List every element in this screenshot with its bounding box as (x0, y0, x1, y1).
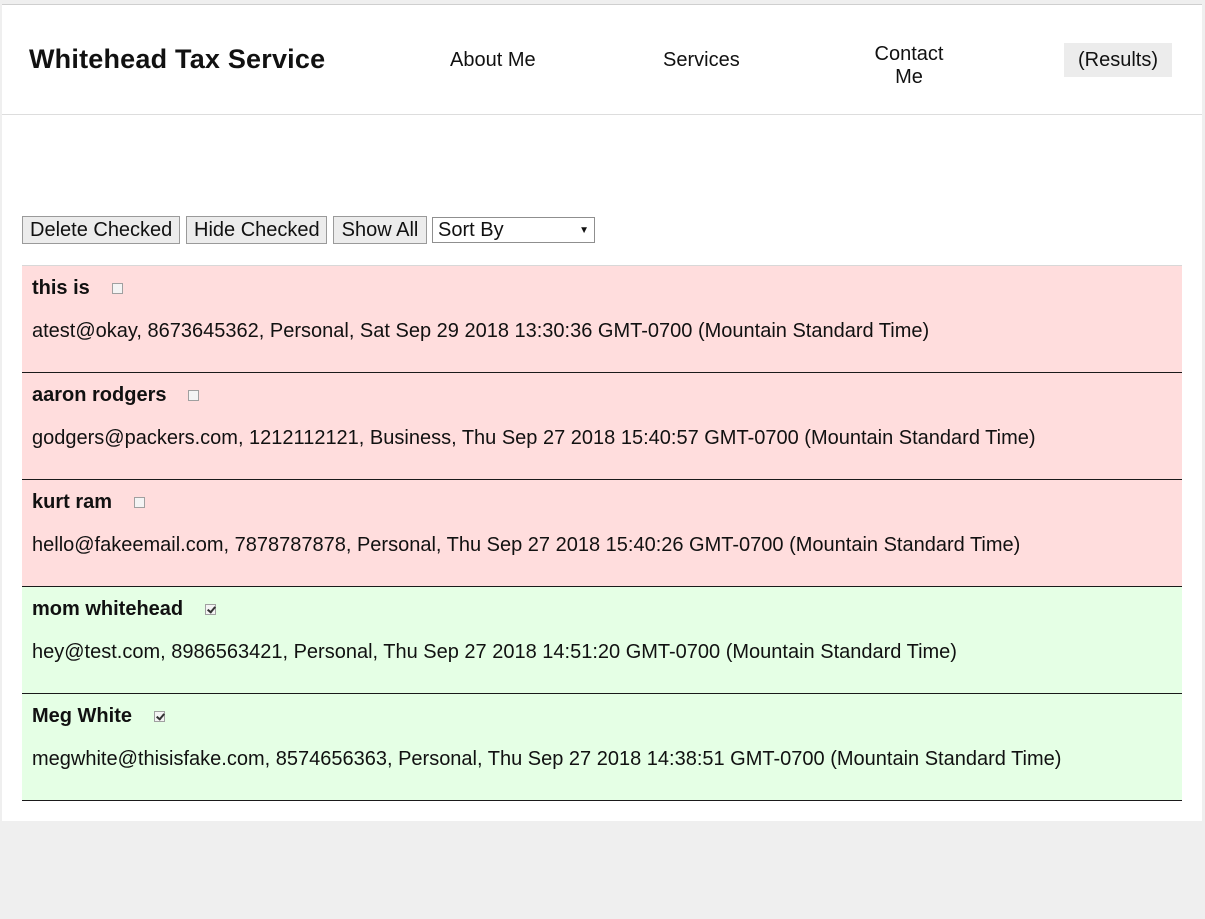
sort-by-select[interactable]: Sort By ▼ (432, 217, 595, 243)
sort-by-value: Sort By (438, 219, 504, 241)
site-title: Whitehead Tax Service (29, 44, 326, 74)
entry-details: godgers@packers.com, 1212112121, Busines… (32, 427, 1036, 449)
nav-about-me[interactable]: About Me (450, 49, 536, 72)
entry-details: hello@fakeemail.com, 7878787878, Persona… (32, 534, 1021, 556)
show-all-button[interactable]: Show All (333, 216, 427, 244)
list-item: mom whitehead hey@test.com, 8986563421, … (22, 587, 1182, 694)
delete-checked-button[interactable]: Delete Checked (22, 216, 180, 244)
entry-details: megwhite@thisisfake.com, 8574656363, Per… (32, 748, 1062, 770)
list-item: Meg White megwhite@thisisfake.com, 85746… (22, 694, 1182, 801)
nav-results[interactable]: (Results) (1064, 43, 1172, 77)
header-bar: Whitehead Tax Service About Me Services … (2, 5, 1202, 115)
entry-name: Meg White (32, 705, 132, 727)
entry-details: hey@test.com, 8986563421, Personal, Thu … (32, 641, 957, 663)
entry-checkbox[interactable] (188, 390, 200, 401)
entry-checkbox[interactable] (205, 604, 217, 615)
entry-name: kurt ram (32, 491, 113, 513)
page-container: Whitehead Tax Service About Me Services … (2, 4, 1202, 821)
nav-services[interactable]: Services (663, 49, 740, 72)
entry-name: aaron rodgers (32, 384, 167, 406)
entry-checkbox[interactable] (111, 283, 123, 294)
entry-name: mom whitehead (32, 598, 184, 620)
entry-checkbox[interactable] (154, 711, 165, 722)
nav-contact-me[interactable]: Contact Me (868, 43, 950, 89)
entry-details: atest@okay, 8673645362, Personal, Sat Se… (32, 320, 930, 342)
list-item: this is atest@okay, 8673645362, Personal… (22, 266, 1182, 373)
list-item: kurt ram hello@fakeemail.com, 7878787878… (22, 480, 1182, 587)
entry-checkbox[interactable] (134, 497, 146, 508)
hide-checked-button[interactable]: Hide Checked (186, 216, 327, 244)
entry-name: this is (32, 277, 90, 299)
dropdown-arrow-icon: ▼ (579, 225, 589, 236)
list-item: aaron rodgers godgers@packers.com, 12121… (22, 373, 1182, 480)
entries-list: this is atest@okay, 8673645362, Personal… (22, 265, 1182, 801)
